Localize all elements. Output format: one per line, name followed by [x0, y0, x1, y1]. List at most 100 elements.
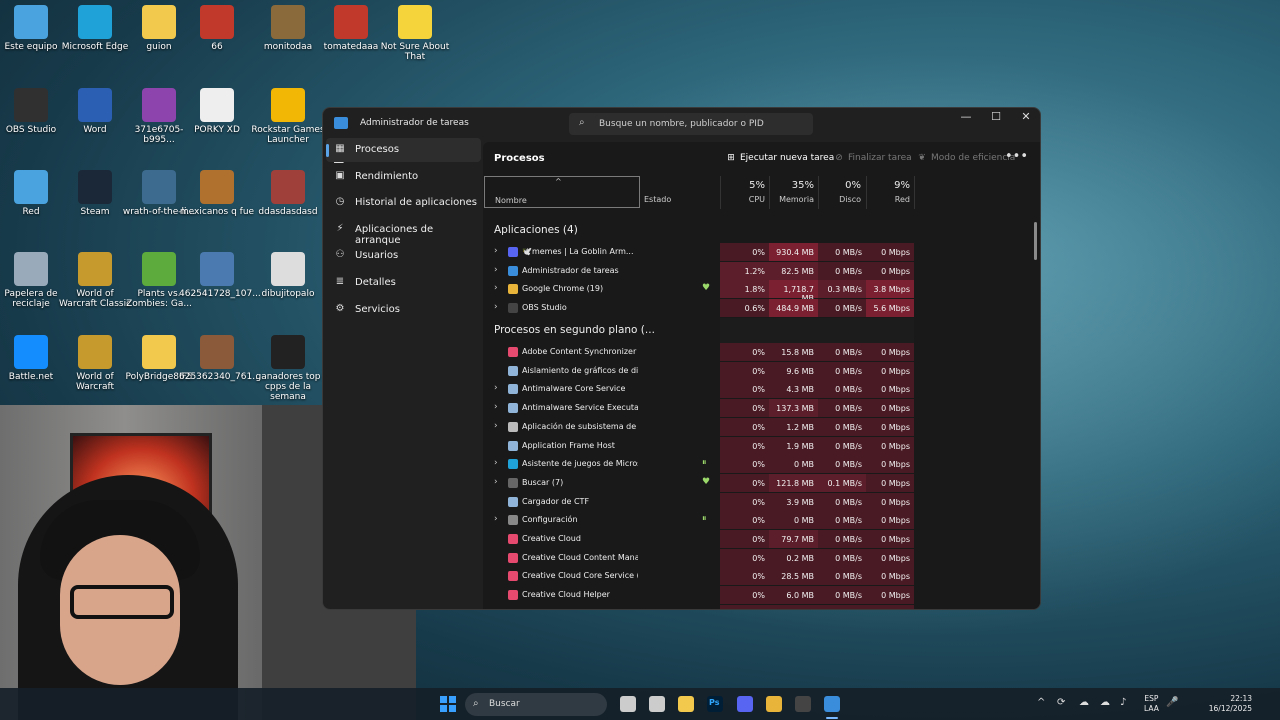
onedrive-icon[interactable]: ☁ — [1079, 697, 1089, 708]
process-icon — [508, 571, 518, 582]
chevron-right-icon[interactable]: › — [494, 458, 498, 468]
process-icon — [508, 247, 518, 257]
desktop-icon[interactable]: 66 — [179, 5, 255, 52]
table-row[interactable]: › 🕊️memes | La Goblin Arm... 0% 930.4 MB 0 M… — [483, 243, 1023, 261]
table-row[interactable]: Creative Cloud Content Mana... 0% 0.2 MB 0 … — [483, 548, 1023, 567]
taskbar-search[interactable]: ⌕ Buscar — [465, 693, 607, 716]
discord-taskbar-icon[interactable] — [737, 696, 753, 712]
minimize-button[interactable]: — — [951, 108, 981, 126]
nav-item-usuarios[interactable]: ⚇ Usuarios — [326, 244, 481, 268]
column-header-memory[interactable]: 35% Memoria — [769, 180, 814, 204]
cpu-value: 0% — [720, 586, 769, 605]
chevron-right-icon[interactable]: › — [494, 265, 498, 275]
table-row[interactable]: Application Frame Host 0% 1.9 MB 0 MB/s 0 Mb… — [483, 436, 1023, 455]
network-value: 0 Mbps — [866, 455, 914, 474]
desktop-icon[interactable]: Not Sure About That — [377, 5, 453, 62]
column-header-disk[interactable]: 0% Disco — [818, 180, 861, 204]
table-row[interactable]: Aislamiento de gráficos de dis... 0% 9.6 M… — [483, 361, 1023, 380]
table-row[interactable]: Creative Cloud Interprocess Se... 0%2.6 M… — [483, 604, 1023, 609]
end-task-button[interactable]: ⊘ Finalizar tarea — [833, 153, 911, 163]
nav-item-aplicaciones-de-arranque[interactable]: ⚡ Aplicaciones de arranque — [326, 218, 481, 246]
table-row[interactable]: › Antimalware Service Executable 0%137.3 M… — [483, 399, 1023, 418]
chevron-right-icon[interactable]: › — [494, 421, 498, 431]
chevron-right-icon[interactable]: › — [494, 283, 498, 293]
table-row[interactable]: › Google Chrome (19) ♥ 1.8%1,718.7 MB0.3 MB… — [483, 280, 1023, 303]
search-input[interactable] — [599, 116, 804, 132]
sync-icon[interactable]: ⟳ — [1057, 697, 1065, 708]
language-indicator[interactable]: ESP LAA — [1144, 694, 1159, 714]
task-view-taskbar-icon[interactable] — [620, 696, 636, 712]
desktop-icon[interactable]: ganadores top cpps de la semana — [250, 335, 326, 402]
nav-item-rendimiento[interactable]: ▣ Rendimiento — [326, 165, 481, 189]
desktop-icon[interactable]: Rockstar Games Launcher — [250, 88, 326, 145]
table-row[interactable]: › Configuración ⏸ 0% 0 MB 0 MB/s 0 Mbps — [483, 511, 1023, 530]
table-row[interactable]: › Asistente de juegos de Micros... ⏸ 0% 0 MB… — [483, 455, 1023, 474]
keyboard-layout: LAA — [1144, 704, 1159, 713]
table-row[interactable]: › Aplicación de subsistema de c... 0% 1.2 M… — [483, 417, 1023, 436]
memory-value: 28.5 MB — [769, 567, 818, 586]
title-bar[interactable]: Administrador de tareas ⌕ — ☐ ✕ — [323, 108, 1040, 142]
search-box[interactable]: ⌕ — [569, 113, 813, 135]
chevron-right-icon[interactable]: › — [494, 402, 498, 412]
more-options-button[interactable]: ••• — [1005, 149, 1028, 164]
speaker-icon[interactable]: ♪ — [1120, 697, 1126, 708]
chevron-right-icon[interactable]: › — [494, 302, 498, 312]
table-row[interactable]: Creative Cloud Core Service (3... 0%28.5 … — [483, 567, 1023, 586]
chevron-right-icon[interactable]: › — [494, 246, 498, 256]
efficiency-mode-button[interactable]: ❦ Modo de eficiencia — [916, 153, 1015, 163]
chevron-right-icon[interactable]: › — [494, 514, 498, 524]
chevron-right-icon[interactable]: › — [494, 477, 498, 487]
desktop-icon[interactable]: 625362340_761... — [179, 335, 261, 382]
nav-item-historial-de-aplicaciones[interactable]: ◷ Historial de aplicaciones — [326, 191, 481, 215]
webcam-glasses — [70, 585, 174, 619]
process-icon — [508, 496, 518, 507]
network-icon[interactable]: 🎤 — [1166, 697, 1178, 708]
nav-item-procesos[interactable]: ▦ Procesos — [326, 138, 481, 162]
nav-icon: ⚡ — [336, 223, 344, 234]
file-explorer-taskbar-icon[interactable] — [678, 696, 694, 712]
show-hidden-icons[interactable]: ^ — [1037, 697, 1045, 708]
task-manager-window: Administrador de tareas ⌕ — ☐ ✕ ☰ ▦Proce… — [322, 107, 1041, 610]
cpu-value: 0% — [720, 473, 769, 492]
maximize-button[interactable]: ☐ — [981, 108, 1011, 126]
table-row[interactable]: › Buscar (7) ♥ 0% 121.8 MB 0.1 MB/s 0 Mbps — [483, 473, 1023, 492]
desktop-icon[interactable]: PORKY XD — [179, 88, 255, 135]
clock[interactable]: 22:13 16/12/2025 — [1206, 694, 1252, 714]
desktop-icon[interactable]: ddasdasdasd — [250, 170, 326, 217]
column-header-network[interactable]: 9% Red — [866, 180, 910, 204]
obs-taskbar-icon[interactable] — [795, 696, 811, 712]
cpu-value: 0% — [720, 399, 769, 418]
desktop-icon[interactable]: mexicanos q fue — [179, 170, 255, 217]
nav-item-label: Historial de aplicaciones — [355, 197, 477, 208]
disk-value: 0 MB/s — [818, 380, 866, 399]
desktop-icon[interactable]: dibujitopalo — [250, 252, 326, 299]
chevron-right-icon[interactable]: › — [494, 383, 498, 393]
column-header-name[interactable]: ^ Nombre — [484, 176, 640, 208]
processes-panel: Procesos ⊞ Ejecutar nueva tarea ⊘ Finaliza… — [483, 142, 1040, 609]
heat-spacer — [720, 318, 914, 343]
run-new-task-button[interactable]: ⊞ Ejecutar nueva tarea — [725, 153, 834, 163]
scrollbar[interactable] — [1034, 222, 1037, 260]
close-button[interactable]: ✕ — [1011, 108, 1040, 126]
nav-item-detalles[interactable]: ≣ Detalles — [326, 271, 481, 295]
column-header-cpu[interactable]: 5% CPU — [720, 180, 765, 204]
table-row[interactable]: Cargador de CTF 0% 3.9 MB 0 MB/s 0 Mbps — [483, 492, 1023, 511]
notepad-taskbar-icon[interactable] — [649, 696, 665, 712]
photoshop-taskbar-icon[interactable]: Ps — [707, 696, 723, 712]
table-row[interactable]: Adobe Content Synchronizer (... 0% 15.8 MB… — [483, 343, 1023, 361]
cloud-icon[interactable]: ☁ — [1100, 697, 1110, 708]
column-header-status[interactable]: Estado — [644, 176, 720, 209]
table-row[interactable]: Creative Cloud 0% 79.7 MB 0 MB/s 0 Mbps — [483, 530, 1023, 548]
disk-value: 0 MB/s — [818, 455, 866, 474]
task-manager-taskbar-icon[interactable] — [824, 696, 840, 712]
memory-value: 3.9 MB — [769, 492, 818, 511]
start-button[interactable] — [440, 696, 456, 712]
table-row[interactable]: › Antimalware Core Service 0% 4.3 MB 0 MB/s 0… — [483, 380, 1023, 399]
memory-value: 15.8 MB — [769, 343, 818, 361]
table-row[interactable]: › OBS Studio 0.6% 484.9 MB 0 MB/s 5.6 Mbps — [483, 299, 1023, 318]
nav-item-servicios[interactable]: ⚙ Servicios — [326, 298, 481, 322]
desktop-icon[interactable]: 462541728_107... — [179, 252, 261, 299]
table-row[interactable]: › Administrador de tareas 1.2% 82.5 MB 0 MB/… — [483, 261, 1023, 280]
chrome-taskbar-icon[interactable] — [766, 696, 782, 712]
table-row[interactable]: Creative Cloud Helper 0% 6.0 MB 0 MB/s 0 Mbp… — [483, 586, 1023, 605]
